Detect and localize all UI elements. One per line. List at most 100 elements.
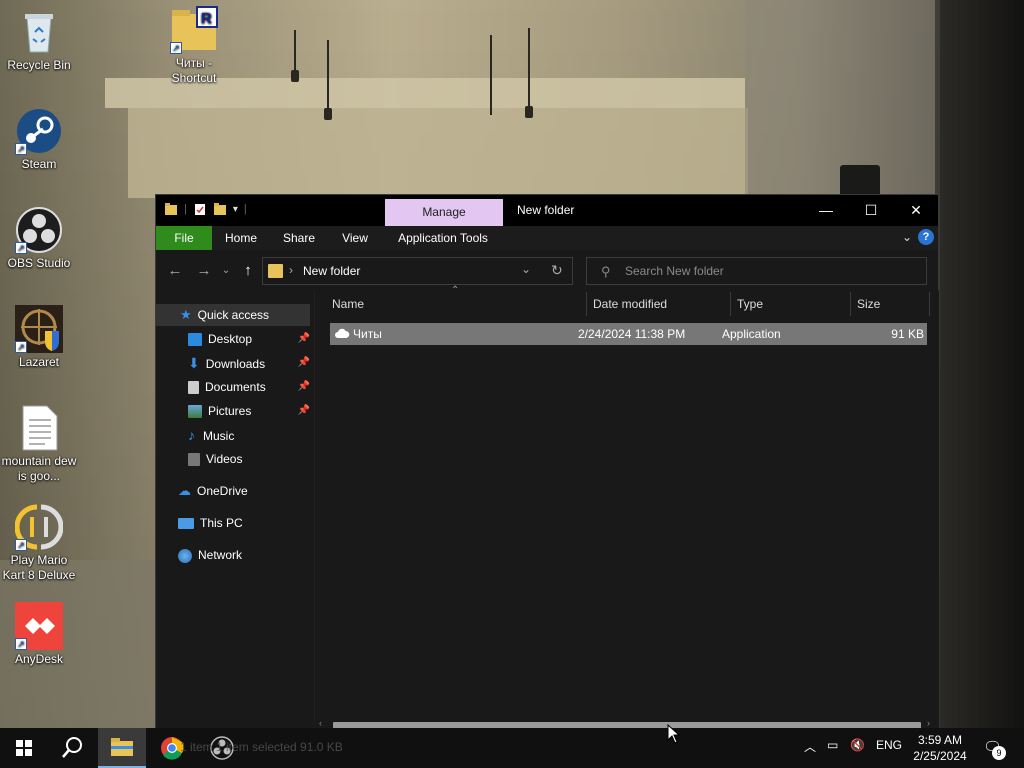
expand-ribbon-icon[interactable]: ⌄ bbox=[902, 230, 912, 244]
properties-icon[interactable] bbox=[193, 202, 207, 216]
windows-logo-icon bbox=[16, 740, 32, 756]
sidebar-item-this-pc[interactable]: This PC bbox=[178, 512, 310, 534]
scroll-left-icon[interactable]: ‹ bbox=[319, 718, 322, 728]
desktop-icon-obs-studio[interactable]: ↗ OBS Studio bbox=[1, 206, 77, 271]
sidebar-item-downloads[interactable]: ⬇ Downloads 📌 bbox=[188, 352, 310, 374]
tab-view[interactable]: View bbox=[332, 226, 378, 250]
close-button[interactable]: ✕ bbox=[893, 195, 939, 226]
column-header-name[interactable]: Name bbox=[332, 290, 582, 318]
manage-tab[interactable]: Manage bbox=[385, 199, 503, 226]
documents-icon bbox=[188, 381, 199, 395]
clock-date: 2/25/2024 bbox=[913, 749, 967, 763]
pin-icon: 📌 bbox=[297, 357, 310, 368]
sidebar-item-label: This PC bbox=[200, 516, 243, 530]
wallpaper-bulb bbox=[291, 70, 299, 82]
sidebar-item-label: Quick access bbox=[197, 308, 270, 322]
sidebar-item-onedrive[interactable]: ☁ OneDrive bbox=[178, 480, 310, 502]
taskbar-file-explorer[interactable] bbox=[98, 728, 146, 768]
customize-toolbar-icon[interactable]: ▾ bbox=[233, 204, 238, 215]
maximize-button[interactable]: ☐ bbox=[848, 195, 894, 226]
window-title: New folder bbox=[517, 203, 575, 217]
back-button[interactable]: ← bbox=[164, 260, 186, 282]
wallpaper-object bbox=[840, 165, 880, 197]
sidebar-item-pictures[interactable]: Pictures 📌 bbox=[188, 400, 310, 422]
tab-application-tools[interactable]: Application Tools bbox=[388, 226, 498, 250]
show-hidden-icons-button[interactable]: ︿ bbox=[804, 738, 816, 755]
navigation-bar: ← → ⌄ ↑ › New folder ⌄ ↻ ⚲ bbox=[156, 250, 938, 290]
column-separator[interactable] bbox=[586, 292, 587, 316]
column-header-size[interactable]: Size bbox=[857, 290, 927, 318]
sidebar-item-desktop[interactable]: Desktop 📌 bbox=[188, 328, 310, 350]
table-row[interactable]: Читы 2/24/2024 11:38 PM Application 91 K… bbox=[330, 323, 927, 345]
scroll-right-icon[interactable]: › bbox=[927, 718, 930, 728]
search-button[interactable] bbox=[48, 728, 96, 768]
sidebar-item-quick-access[interactable]: ★ Quick access bbox=[156, 304, 310, 326]
start-button[interactable] bbox=[0, 728, 48, 768]
minimize-button[interactable]: — bbox=[803, 195, 849, 226]
search-box[interactable]: ⚲ bbox=[586, 257, 927, 285]
videos-icon bbox=[188, 453, 200, 467]
network-tray-icon[interactable]: ▭ bbox=[827, 738, 838, 752]
sidebar-item-label: Videos bbox=[206, 452, 243, 466]
yuzu-icon: ↗ bbox=[14, 503, 64, 551]
file-list[interactable]: ⌃ Name Date modified Type Size Читы 2/24… bbox=[315, 285, 939, 720]
refresh-icon[interactable]: ↻ bbox=[551, 262, 563, 279]
column-separator[interactable] bbox=[730, 292, 731, 316]
desktop-icon-text-file[interactable]: mountain dew is goo... bbox=[1, 404, 77, 484]
pin-icon: 📌 bbox=[297, 381, 310, 392]
desktop-icon-label: mountain dew is goo... bbox=[1, 454, 77, 483]
quick-access-toolbar: | ▾ | bbox=[164, 202, 247, 216]
address-dropdown-icon[interactable]: ⌄ bbox=[521, 262, 531, 276]
desktop-icon-lazaret[interactable]: ↗ Lazaret bbox=[1, 305, 77, 370]
language-indicator[interactable]: ENG bbox=[876, 738, 902, 752]
breadcrumb-current[interactable]: New folder bbox=[303, 264, 360, 278]
column-separator[interactable] bbox=[929, 292, 930, 316]
shortcut-arrow-icon: ↗ bbox=[170, 42, 182, 54]
anydesk-icon: ↗ bbox=[15, 602, 63, 650]
mouse-cursor-icon bbox=[667, 724, 681, 744]
desktop-icon-label: Recycle Bin bbox=[7, 58, 71, 72]
clock[interactable]: 3:59 AM 2/25/2024 bbox=[905, 732, 975, 764]
help-icon[interactable]: ? bbox=[918, 229, 934, 245]
recent-locations-button[interactable]: ⌄ bbox=[218, 260, 234, 282]
tab-home[interactable]: Home bbox=[218, 226, 264, 250]
network-icon bbox=[178, 548, 192, 563]
chevron-up-icon: ︿ bbox=[804, 740, 817, 754]
desktop-icon-steam[interactable]: ↗ Steam bbox=[1, 107, 77, 172]
search-input[interactable] bbox=[625, 262, 915, 280]
shortcut-arrow-icon: ↗ bbox=[15, 143, 27, 155]
desktop-icon-cheats-shortcut[interactable]: R ↗ Читы - Shortcut bbox=[156, 6, 232, 86]
folder-icon bbox=[268, 264, 283, 278]
download-icon: ⬇ bbox=[188, 355, 200, 371]
folder-icon[interactable] bbox=[164, 202, 178, 216]
volume-muted-icon[interactable]: 🔇 bbox=[850, 738, 865, 752]
forward-button[interactable]: → bbox=[193, 260, 215, 282]
column-separator[interactable] bbox=[850, 292, 851, 316]
address-bar[interactable]: › New folder ⌄ ↻ bbox=[262, 257, 573, 285]
wallpaper-wire bbox=[294, 30, 296, 72]
column-header-date-modified[interactable]: Date modified bbox=[593, 290, 728, 318]
file-explorer-window[interactable]: | ▾ | Manage New folder — ☐ ✕ File Home … bbox=[155, 194, 939, 732]
title-bar[interactable]: | ▾ | Manage New folder — ☐ ✕ bbox=[156, 195, 938, 226]
desktop-icon-recycle-bin[interactable]: Recycle Bin bbox=[1, 8, 77, 73]
tab-share[interactable]: Share bbox=[276, 226, 322, 250]
desktop-icon-mario-kart[interactable]: ↗ Play Mario Kart 8 Deluxe bbox=[1, 503, 77, 583]
sidebar-item-network[interactable]: Network bbox=[178, 544, 310, 566]
sidebar-item-label: OneDrive bbox=[197, 484, 248, 498]
file-name[interactable]: Читы bbox=[353, 323, 583, 345]
close-icon: ✕ bbox=[910, 202, 922, 218]
breadcrumb-chevron-icon[interactable]: › bbox=[289, 263, 293, 277]
sidebar-item-documents[interactable]: Documents 📌 bbox=[188, 376, 310, 398]
sidebar-item-videos[interactable]: Videos bbox=[188, 448, 310, 470]
arrow-left-icon: ← bbox=[167, 262, 183, 279]
desktop-icon-label: OBS Studio bbox=[7, 256, 71, 270]
up-button[interactable]: ↑ bbox=[237, 260, 259, 282]
new-folder-icon[interactable] bbox=[213, 202, 227, 216]
shortcut-arrow-icon: ↗ bbox=[15, 539, 27, 551]
desktop-icon-anydesk[interactable]: ↗ AnyDesk bbox=[1, 602, 77, 667]
computer-icon bbox=[178, 518, 194, 530]
column-header-type[interactable]: Type bbox=[737, 290, 847, 318]
sidebar-item-music[interactable]: ♪ Music bbox=[188, 424, 310, 446]
shortcut-arrow-icon: ↗ bbox=[15, 242, 27, 254]
tab-file[interactable]: File bbox=[156, 226, 212, 250]
